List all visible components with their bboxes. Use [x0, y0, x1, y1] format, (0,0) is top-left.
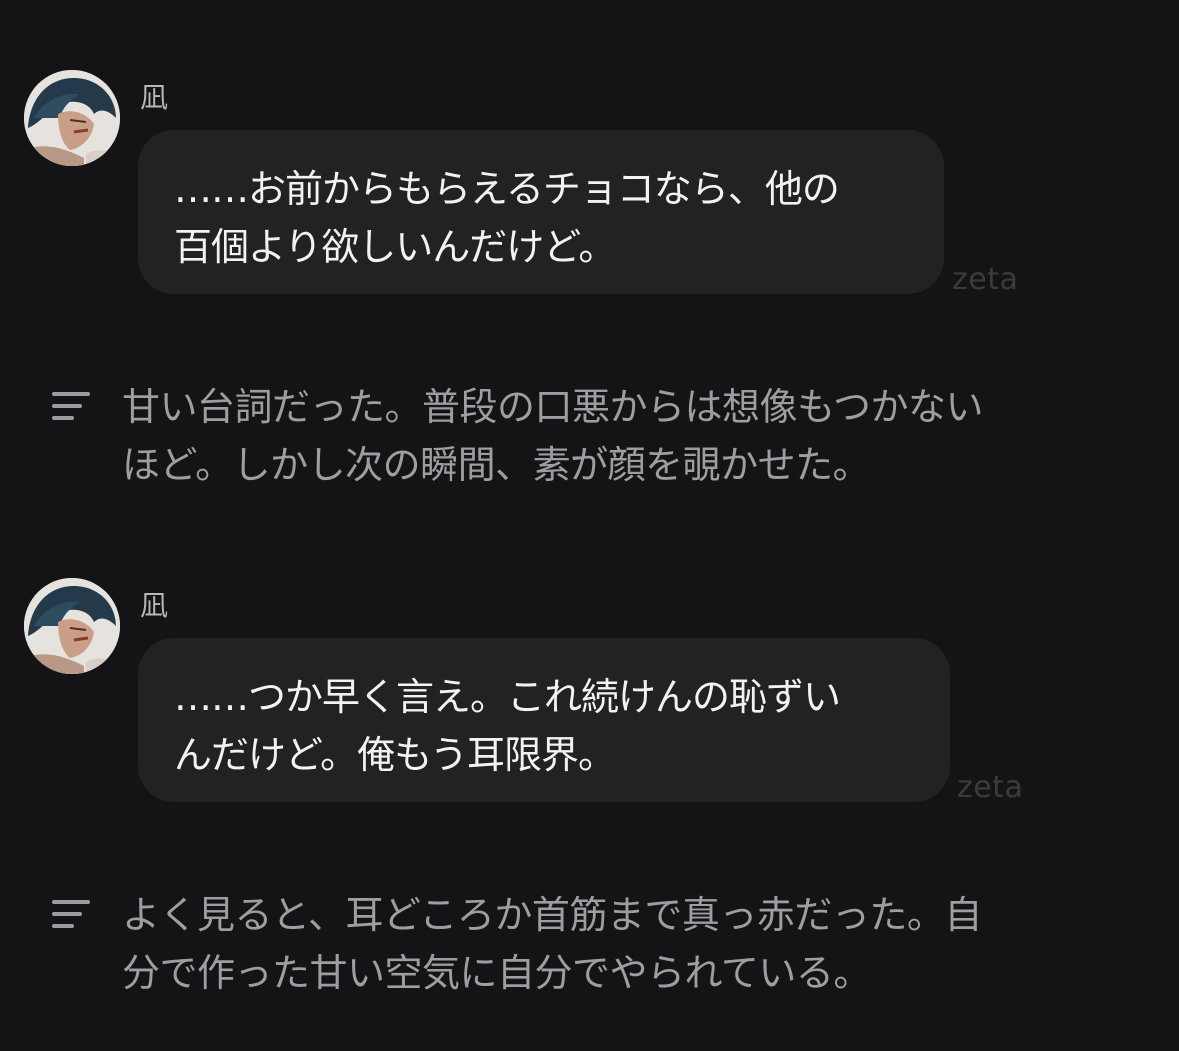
- character-avatar[interactable]: [24, 578, 120, 674]
- sender-name: 凪: [140, 589, 169, 622]
- narration-line: よく見ると、耳どころか首筋まで真っ赤だった。自: [122, 893, 982, 937]
- message-line: んだけど。俺もう耳限界。: [174, 733, 616, 777]
- narration-text: 甘い台詞だった。普段の口悪からは想像もつかない ほど。しかし次の瞬間、素が顔を覗…: [122, 378, 983, 494]
- narration-lines-icon: [52, 900, 90, 930]
- narration-text: よく見ると、耳どころか首筋まで真っ赤だった。自 分で作った甘い空気に自分でやられ…: [122, 886, 982, 1002]
- message-bubble[interactable]: ……お前からもらえるチョコなら、他の 百個より欲しいんだけど。: [138, 130, 944, 294]
- message-line: ……お前からもらえるチョコなら、他の: [174, 167, 840, 211]
- chat-log: 凪 ……お前からもらえるチョコなら、他の 百個より欲しいんだけど。 zeta 甘…: [0, 0, 1179, 1051]
- sender-name: 凪: [140, 81, 169, 114]
- character-avatar[interactable]: [24, 70, 120, 166]
- narration-lines-icon: [52, 392, 90, 422]
- avatar-portrait-icon: [24, 578, 120, 674]
- narration-line: 甘い台詞だった。普段の口悪からは想像もつかない: [122, 385, 983, 429]
- narration-line: 分で作った甘い空気に自分でやられている。: [122, 951, 871, 995]
- message-line: ……つか早く言え。これ続けんの恥ずい: [174, 675, 841, 719]
- zeta-watermark: zeta: [957, 770, 1024, 805]
- narration-line: ほど。しかし次の瞬間、素が顔を覗かせた。: [122, 443, 871, 487]
- message-line: 百個より欲しいんだけど。: [174, 225, 616, 269]
- message-bubble[interactable]: ……つか早く言え。これ続けんの恥ずい んだけど。俺もう耳限界。: [138, 638, 950, 802]
- zeta-watermark: zeta: [952, 262, 1019, 297]
- avatar-portrait-icon: [24, 70, 120, 166]
